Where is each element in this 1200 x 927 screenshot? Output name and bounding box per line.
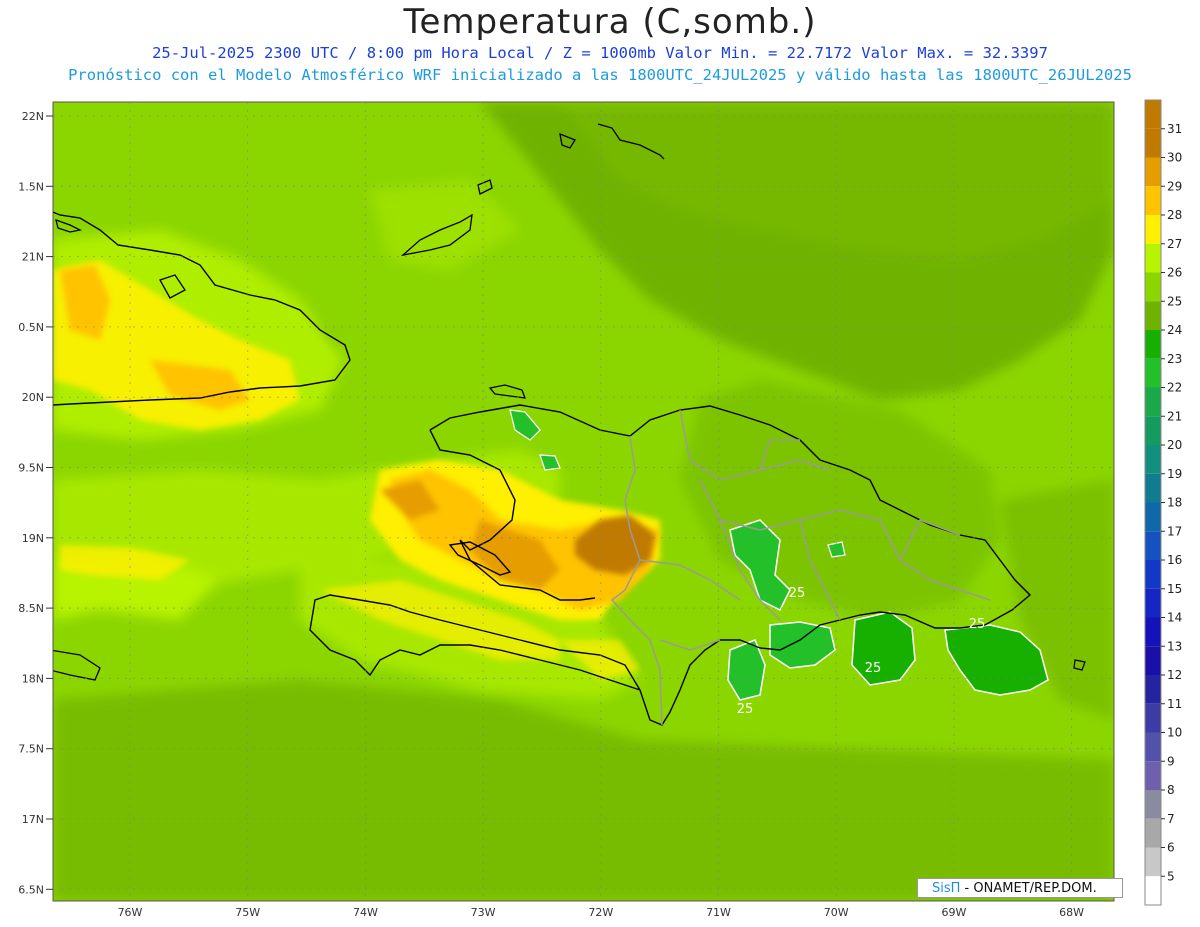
temperature-field <box>53 102 1114 901</box>
lon-tick-label: 74W <box>353 906 378 919</box>
colorbar-label: 5 <box>1167 869 1175 883</box>
colorbar-cell <box>1145 847 1161 877</box>
credit-box: SisΠ - ONAMET/REP.DOM. <box>917 878 1123 898</box>
colorbar-label: 17 <box>1167 524 1182 538</box>
temperature-map: 76W 75W 74W 73W 72W 71W 70W 69W 68W 22N 1.5N 21N 0.… <box>18 99 1182 919</box>
colorbar-label: 9 <box>1167 754 1175 768</box>
colorbar-cell <box>1145 473 1161 503</box>
colorbar-cell <box>1145 588 1161 618</box>
colorbar-cell <box>1145 128 1161 158</box>
contour-label: 25 <box>789 586 806 601</box>
lat-tick-label: 1.5N <box>18 180 44 193</box>
colorbar-cell <box>1145 818 1161 848</box>
colorbar-cell <box>1145 416 1161 445</box>
lon-tick-label: 69W <box>941 906 966 919</box>
credit-brand: SisΠ <box>932 881 961 896</box>
colorbar-cell <box>1145 646 1161 675</box>
latitude-axis: 22N 1.5N 21N 0.5N 20N 9.5N 19N 8.5N 18N 7.5N 17N 6.… <box>18 110 53 896</box>
colorbar-label: 16 <box>1167 553 1182 567</box>
colorbar-cell <box>1145 531 1161 560</box>
credit-text: - ONAMET/REP.DOM. <box>960 881 1097 896</box>
lat-tick-label: 17N <box>22 813 44 826</box>
colorbar-label: 22 <box>1167 381 1182 395</box>
colorbar-label: 18 <box>1167 496 1182 510</box>
lat-tick-label: 18N <box>22 672 44 685</box>
lat-tick-label: 21N <box>22 251 44 264</box>
colorbar-cell <box>1145 215 1161 244</box>
colorbar-cell <box>1145 560 1161 589</box>
colorbar-cell <box>1145 272 1161 302</box>
lon-tick-label: 70W <box>824 906 849 919</box>
colorbar-cell <box>1145 301 1161 330</box>
colorbar-label: 27 <box>1167 237 1182 251</box>
colorbar-label: 21 <box>1167 409 1182 423</box>
contour-label: 25 <box>969 617 986 632</box>
lon-tick-label: 71W <box>706 906 731 919</box>
lon-tick-label: 75W <box>235 906 260 919</box>
colorbar-label: 15 <box>1167 582 1182 596</box>
colorbar-cell <box>1145 675 1161 704</box>
colorbar-label: 10 <box>1167 726 1182 740</box>
colorbar-label: 6 <box>1167 841 1175 855</box>
colorbar-cell <box>1145 502 1161 532</box>
colorbar-cell <box>1145 732 1161 762</box>
lat-tick-label: 6.5N <box>18 883 44 896</box>
lon-tick-label: 73W <box>471 906 496 919</box>
colorbar-label: 30 <box>1167 151 1182 165</box>
colorbar-label: 7 <box>1167 812 1175 826</box>
colorbar-cell <box>1145 243 1161 273</box>
lat-tick-label: 8.5N <box>18 602 44 615</box>
colorbar-cell <box>1145 186 1161 215</box>
colorbar-cell <box>1145 358 1161 388</box>
lat-tick-label: 22N <box>22 110 44 123</box>
colorbar-label: 20 <box>1167 438 1182 452</box>
colorbar: 31 30 29 28 27 26 25 24 23 22 21 20 19 18 17 16 15 14 13 12… <box>1144 99 1182 906</box>
colorbar-label: 31 <box>1167 122 1182 136</box>
colorbar-label: 29 <box>1167 179 1182 193</box>
colorbar-cell <box>1145 330 1161 359</box>
lon-tick-label: 76W <box>118 906 143 919</box>
colorbar-cell <box>1145 157 1161 187</box>
colorbar-label: 19 <box>1167 467 1182 481</box>
colorbar-cell <box>1145 761 1161 790</box>
colorbar-label: 8 <box>1167 783 1175 797</box>
colorbar-label: 14 <box>1167 611 1182 625</box>
colorbar-cell <box>1145 790 1161 819</box>
contour-label: 25 <box>865 661 882 676</box>
lat-tick-label: 0.5N <box>18 321 44 334</box>
colorbar-cell <box>1145 617 1161 647</box>
lat-tick-label: 7.5N <box>18 743 44 756</box>
colorbar-label: 12 <box>1167 668 1182 682</box>
contour-label: 25 <box>737 702 754 717</box>
lat-tick-label: 19N <box>22 532 44 545</box>
colorbar-label: 28 <box>1167 208 1182 222</box>
colorbar-cell <box>1145 100 1161 129</box>
lon-tick-label: 72W <box>588 906 613 919</box>
colorbar-label: 24 <box>1167 323 1182 337</box>
colorbar-label: 11 <box>1167 697 1182 711</box>
longitude-axis: 76W 75W 74W 73W 72W 71W 70W 69W 68W <box>118 906 1085 919</box>
colorbar-label: 26 <box>1167 266 1182 280</box>
lat-tick-label: 9.5N <box>18 462 44 475</box>
colorbar-label: 23 <box>1167 352 1182 366</box>
colorbar-label: 13 <box>1167 639 1182 653</box>
colorbar-cell <box>1145 387 1161 417</box>
lat-tick-label: 20N <box>22 391 44 404</box>
colorbar-label: 25 <box>1167 294 1182 308</box>
colorbar-cell <box>1145 703 1161 733</box>
colorbar-cell <box>1145 445 1161 474</box>
colorbar-cell <box>1145 876 1161 905</box>
lon-tick-label: 68W <box>1059 906 1084 919</box>
